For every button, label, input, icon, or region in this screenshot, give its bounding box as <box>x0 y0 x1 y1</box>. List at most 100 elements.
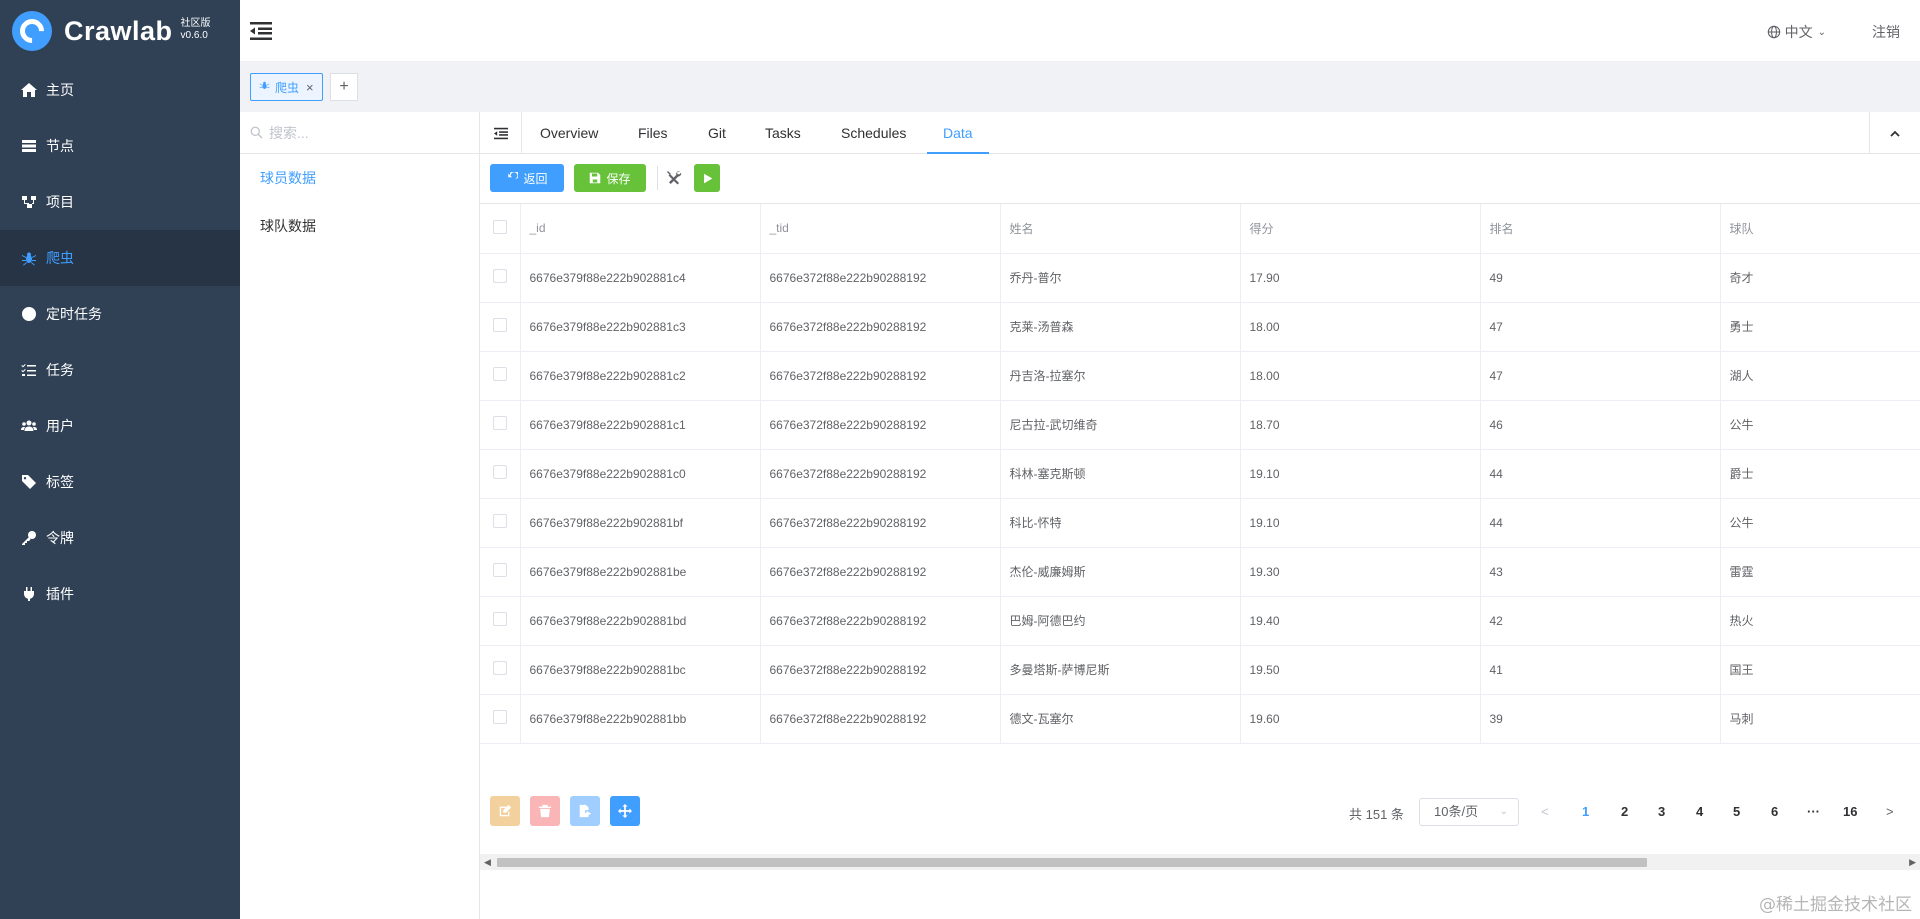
tab-files[interactable]: Files <box>638 112 668 154</box>
page-tab-label: 爬虫 <box>275 80 300 95</box>
table-cell: 雷霆 <box>1720 547 1920 597</box>
tab-schedules[interactable]: Schedules <box>841 112 906 154</box>
run-button[interactable] <box>694 164 720 192</box>
column-header[interactable]: 排名 <box>1480 204 1721 254</box>
page-1[interactable]: 1 <box>1582 804 1589 819</box>
row-checkbox[interactable] <box>480 547 521 597</box>
sidebar-item-tasks[interactable]: 任务 <box>0 342 240 398</box>
home-icon <box>20 81 38 99</box>
column-header[interactable]: _id <box>520 204 761 254</box>
table-cell: 德文-瓦塞尔 <box>1000 694 1241 744</box>
sidebar-item-tags[interactable]: 标签 <box>0 454 240 510</box>
sidebar-toggle-icon[interactable] <box>480 112 522 154</box>
column-header[interactable]: 球队 <box>1720 204 1920 254</box>
table-row[interactable]: 6676e379f88e222b902881c4 6676e372f88e222b… <box>480 253 1920 303</box>
table-row[interactable]: 6676e379f88e222b902881bf 6676e372f88e222b… <box>480 498 1920 548</box>
page-3[interactable]: 3 <box>1658 804 1665 819</box>
row-checkbox[interactable] <box>480 596 521 646</box>
next-page-icon[interactable]: > <box>1886 804 1894 819</box>
row-checkbox[interactable] <box>480 694 521 744</box>
export-button[interactable] <box>570 796 600 826</box>
tab-tasks[interactable]: Tasks <box>765 112 801 154</box>
list-item-player-data[interactable]: 球员数据 <box>240 154 479 202</box>
list-item-team-data[interactable]: 球队数据 <box>240 202 479 250</box>
sidebar-item-nodes[interactable]: 节点 <box>0 118 240 174</box>
sidebar-item-label: 用户 <box>46 418 74 434</box>
back-button[interactable]: 返回 <box>490 164 564 192</box>
scroll-left-icon[interactable]: ◀ <box>484 857 491 868</box>
sidebar-item-tokens[interactable]: 令牌 <box>0 510 240 566</box>
column-header[interactable]: 姓名 <box>1000 204 1241 254</box>
prev-page-icon[interactable]: < <box>1541 804 1549 819</box>
sidebar-item-schedules[interactable]: 定时任务 <box>0 286 240 342</box>
more-pages-icon[interactable]: ··· <box>1807 804 1820 819</box>
table-cell: 6676e372f88e222b90288192 <box>760 547 1001 597</box>
row-checkbox[interactable] <box>480 253 521 303</box>
logout-link[interactable]: 注销 <box>1872 22 1900 42</box>
sidebar-item-projects[interactable]: 项目 <box>0 174 240 230</box>
sidebar-item-users[interactable]: 用户 <box>0 398 240 454</box>
page-tab-spiders[interactable]: 爬虫 × <box>250 73 323 101</box>
edit-button[interactable] <box>490 796 520 826</box>
row-checkbox[interactable] <box>480 645 521 695</box>
language-switcher[interactable]: 中文 ⌄ <box>1767 22 1826 42</box>
row-checkbox[interactable] <box>480 351 521 401</box>
table-cell: 科林-塞克斯顿 <box>1000 449 1241 499</box>
sidebar-item-home[interactable]: 主页 <box>0 62 240 118</box>
row-checkbox[interactable] <box>480 498 521 548</box>
page-4[interactable]: 4 <box>1696 804 1703 819</box>
page-6[interactable]: 6 <box>1771 804 1778 819</box>
sidebar-item-spiders[interactable]: 爬虫 <box>0 230 240 286</box>
table-row[interactable]: 6676e379f88e222b902881bd 6676e372f88e222b… <box>480 596 1920 646</box>
column-header[interactable]: 得分 <box>1240 204 1481 254</box>
horizontal-scrollbar[interactable]: ◀ ▶ <box>480 854 1920 870</box>
sidebar-item-label: 定时任务 <box>46 306 102 322</box>
table-cell: 47 <box>1480 351 1721 401</box>
tools-icon[interactable] <box>666 170 682 189</box>
table-row[interactable]: 6676e379f88e222b902881c2 6676e372f88e222b… <box>480 351 1920 401</box>
move-button[interactable] <box>610 796 640 826</box>
sidebar-item-plugins[interactable]: 插件 <box>0 566 240 622</box>
row-checkbox[interactable] <box>480 400 521 450</box>
row-checkbox[interactable] <box>480 302 521 352</box>
table-cell: 6676e379f88e222b902881c0 <box>520 449 761 499</box>
page-16[interactable]: 16 <box>1843 804 1857 819</box>
page-size-select[interactable]: 10条/页 ⌄ <box>1419 798 1519 826</box>
page-tabs-bar: 爬虫 × + <box>240 62 1920 112</box>
tab-git[interactable]: Git <box>708 112 726 154</box>
app-logo[interactable]: Crawlab 社区版 v0.6.0 <box>0 0 240 62</box>
tab-data[interactable]: Data <box>927 112 989 154</box>
table-row[interactable]: 6676e379f88e222b902881c1 6676e372f88e222b… <box>480 400 1920 450</box>
table-row[interactable]: 6676e379f88e222b902881bc 6676e372f88e222b… <box>480 645 1920 695</box>
delete-button[interactable] <box>530 796 560 826</box>
search-input[interactable] <box>269 124 469 141</box>
scroll-right-icon[interactable]: ▶ <box>1909 857 1916 868</box>
page-2[interactable]: 2 <box>1621 804 1628 819</box>
save-button[interactable]: 保存 <box>574 164 646 192</box>
menu-toggle-icon[interactable] <box>250 21 272 41</box>
close-icon[interactable]: × <box>306 80 314 95</box>
sidebar-item-label: 主页 <box>46 82 74 98</box>
scrollbar-thumb[interactable] <box>497 858 1647 867</box>
collapse-chevron-up-icon[interactable] <box>1869 112 1920 154</box>
tab-overview[interactable]: Overview <box>540 112 598 154</box>
table-cell: 6676e379f88e222b902881c3 <box>520 302 761 352</box>
table-row[interactable]: 6676e379f88e222b902881be 6676e372f88e222b… <box>480 547 1920 597</box>
table-cell: 44 <box>1480 449 1721 499</box>
table-cell: 巴姆-阿德巴约 <box>1000 596 1241 646</box>
select-all-checkbox[interactable] <box>480 204 521 254</box>
add-tab-button[interactable]: + <box>330 73 358 101</box>
row-checkbox[interactable] <box>480 449 521 499</box>
table-row[interactable]: 6676e379f88e222b902881c0 6676e372f88e222b… <box>480 449 1920 499</box>
spider-icon <box>20 249 38 267</box>
table-cell: 6676e372f88e222b90288192 <box>760 253 1001 303</box>
table-row[interactable]: 6676e379f88e222b902881bb 6676e372f88e222b… <box>480 694 1920 744</box>
project-icon <box>20 193 38 211</box>
table-footer: 共 151 条 10条/页 ⌄ < 1 2 3 4 5 6 ··· 16 > <box>480 787 1920 827</box>
page-size-value: 10条/页 <box>1434 804 1479 819</box>
column-header[interactable]: _tid <box>760 204 1001 254</box>
spider-detail-panel: Overview Files Git Tasks Schedules Data … <box>480 112 1920 919</box>
page-5[interactable]: 5 <box>1733 804 1740 819</box>
table-row[interactable]: 6676e379f88e222b902881c3 6676e372f88e222b… <box>480 302 1920 352</box>
table-cell: 尼古拉-武切维奇 <box>1000 400 1241 450</box>
